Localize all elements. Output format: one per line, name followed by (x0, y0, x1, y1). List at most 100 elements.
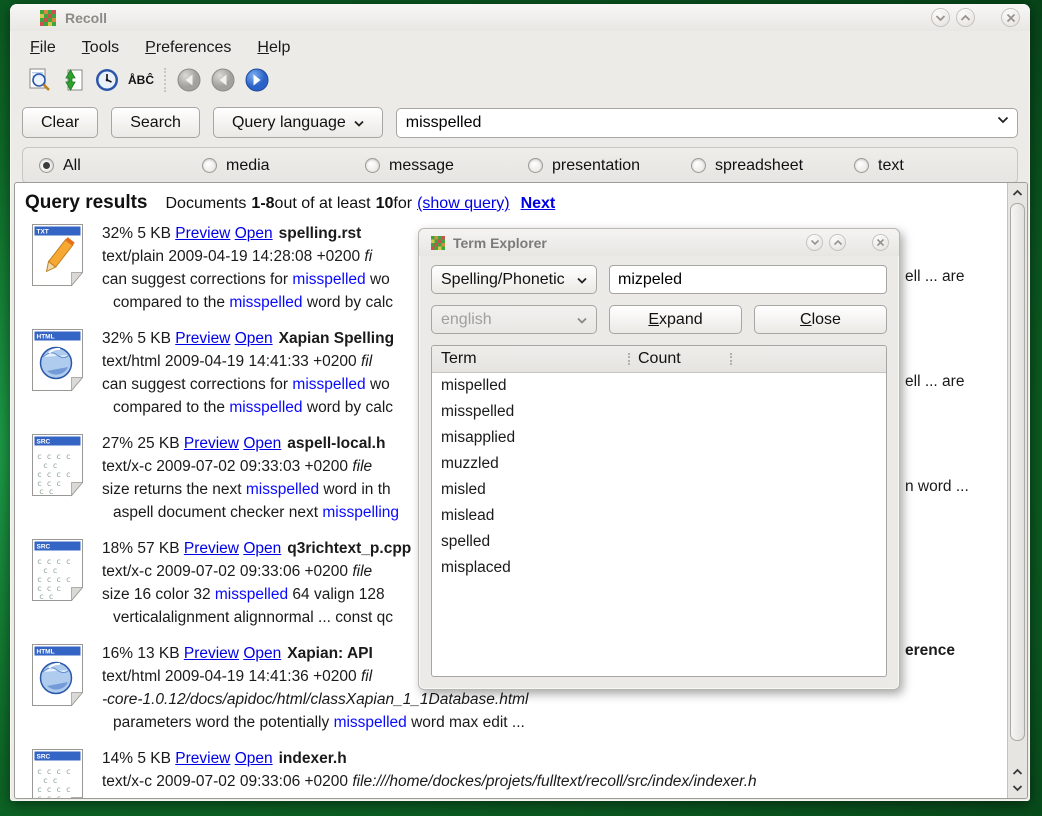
open-link[interactable]: Open (235, 750, 273, 767)
expansion-mode-dropdown[interactable]: Spelling/Phonetic (431, 265, 597, 294)
highlight-term: misspelled (229, 399, 302, 416)
open-link[interactable]: Open (243, 435, 281, 452)
expand-button[interactable]: Expand (609, 305, 742, 334)
scroll-up-icon[interactable] (1008, 184, 1027, 201)
preview-link[interactable]: Preview (175, 225, 230, 242)
radio-icon[interactable] (691, 158, 706, 173)
preview-link[interactable]: Preview (175, 330, 230, 347)
result-text: 32% 5 KB (102, 330, 175, 347)
close-icon (876, 238, 885, 247)
preview-link[interactable]: Preview (184, 645, 239, 662)
highlight-term: misspelled (292, 376, 365, 393)
query-language-dropdown[interactable]: Query language (213, 107, 383, 138)
chevron-down-icon (577, 317, 587, 324)
sort-by-date-icon[interactable] (92, 66, 122, 94)
close-icon (1006, 13, 1016, 23)
radio-icon[interactable] (202, 158, 217, 173)
filter-label: message (389, 157, 454, 175)
result-title: Xapian Spelling (279, 330, 394, 347)
result-text: 14% 5 KB (102, 750, 175, 767)
search-button[interactable]: Search (111, 107, 200, 138)
term-table-body: mispelled misspelledmisapplied muzzled misl… (432, 373, 886, 581)
term-cell: muzzled (432, 455, 628, 473)
result-url: file (352, 458, 372, 475)
column-separator[interactable] (628, 353, 630, 365)
dialog-close-button2[interactable]: Close (754, 305, 887, 334)
update-index-icon[interactable] (58, 66, 88, 94)
term-row[interactable]: spelled (432, 529, 886, 555)
term-row[interactable]: misplaced (432, 555, 886, 581)
clear-button[interactable]: Clear (22, 107, 98, 138)
recoll-app-icon (40, 10, 56, 26)
dialog-titlebar[interactable]: Term Explorer (419, 229, 899, 256)
filter-message[interactable]: message (365, 157, 528, 175)
open-link[interactable]: Open (243, 645, 281, 662)
term-row[interactable]: misspelled (432, 399, 886, 425)
term-row[interactable]: misapplied (432, 425, 886, 451)
result-text: 64 valign 128 (288, 586, 385, 603)
show-query-link[interactable]: (show query) (417, 195, 509, 213)
radio-icon[interactable] (528, 158, 543, 173)
result-range: 1-8 (251, 195, 274, 213)
dialog-maximize-button[interactable] (829, 234, 846, 251)
column-term[interactable]: Term (432, 350, 628, 368)
result-text: wo (366, 376, 390, 393)
preview-link[interactable]: Preview (184, 540, 239, 557)
scroll-up-icon[interactable] (1008, 763, 1027, 780)
radio-icon[interactable] (854, 158, 869, 173)
filter-media[interactable]: media (202, 157, 365, 175)
radio-icon[interactable] (39, 158, 54, 173)
next-page-link[interactable]: Next (521, 195, 556, 213)
previous-page-icon[interactable] (208, 66, 238, 94)
titlebar[interactable]: Recoll (10, 4, 1030, 31)
filter-presentation[interactable]: presentation (528, 157, 691, 175)
scrollbar-thumb[interactable] (1010, 203, 1025, 741)
result-text: text/plain 2009-04-19 14:28:08 +0200 (102, 248, 364, 265)
maximize-button[interactable] (956, 8, 975, 27)
term-input[interactable] (609, 265, 887, 294)
term-explorer-icon[interactable]: ÅBĈ (126, 66, 156, 94)
term-row[interactable]: mispelled (432, 373, 886, 399)
close-button[interactable] (1001, 8, 1020, 27)
term-row[interactable]: mislead (432, 503, 886, 529)
minimize-button[interactable] (931, 8, 950, 27)
dialog-minimize-button[interactable] (806, 234, 823, 251)
term-table-header: Term Count (432, 346, 886, 373)
preview-link[interactable]: Preview (184, 435, 239, 452)
menu-tools[interactable]: Tools (72, 36, 129, 60)
desktop: { "window": { "title": "Recoll" }, "menu… (0, 0, 1042, 816)
first-page-icon[interactable] (174, 66, 204, 94)
result-text: word by calc (303, 294, 393, 311)
menu-help[interactable]: Help (247, 36, 300, 60)
search-input[interactable] (396, 108, 1018, 138)
scroll-down-icon[interactable] (1008, 779, 1027, 796)
menu-file[interactable]: File (20, 36, 66, 60)
term-row[interactable]: muzzled (432, 451, 886, 477)
radio-icon[interactable] (365, 158, 380, 173)
result-fragment: ell ... are (905, 373, 964, 391)
chevron-down-icon[interactable] (997, 116, 1009, 124)
result-text: verticalalignment alignnormal ... const … (113, 609, 393, 626)
menu-preferences[interactable]: Preferences (135, 36, 241, 60)
open-link[interactable]: Open (243, 540, 281, 557)
chevron-down-icon (935, 14, 946, 22)
result-title: Xapian: API (287, 645, 373, 662)
language-dropdown[interactable]: english (431, 305, 597, 334)
result-text: wo (366, 271, 390, 288)
filter-text[interactable]: text (854, 157, 1017, 175)
filter-all[interactable]: All (39, 157, 202, 175)
chevron-up-icon (833, 239, 843, 246)
term-cell: mispelled (432, 377, 628, 395)
term-row[interactable]: misled (432, 477, 886, 503)
preview-search-icon[interactable] (24, 66, 54, 94)
column-count[interactable]: Count (638, 350, 730, 368)
next-page-icon[interactable] (242, 66, 272, 94)
dialog-close-button[interactable] (872, 234, 889, 251)
open-link[interactable]: Open (235, 225, 273, 242)
results-scrollbar[interactable] (1007, 183, 1027, 798)
filter-spreadsheet[interactable]: spreadsheet (691, 157, 854, 175)
open-link[interactable]: Open (235, 330, 273, 347)
preview-link[interactable]: Preview (175, 750, 230, 767)
result-title: q3richtext_p.cpp (287, 540, 411, 557)
column-separator[interactable] (730, 353, 732, 365)
